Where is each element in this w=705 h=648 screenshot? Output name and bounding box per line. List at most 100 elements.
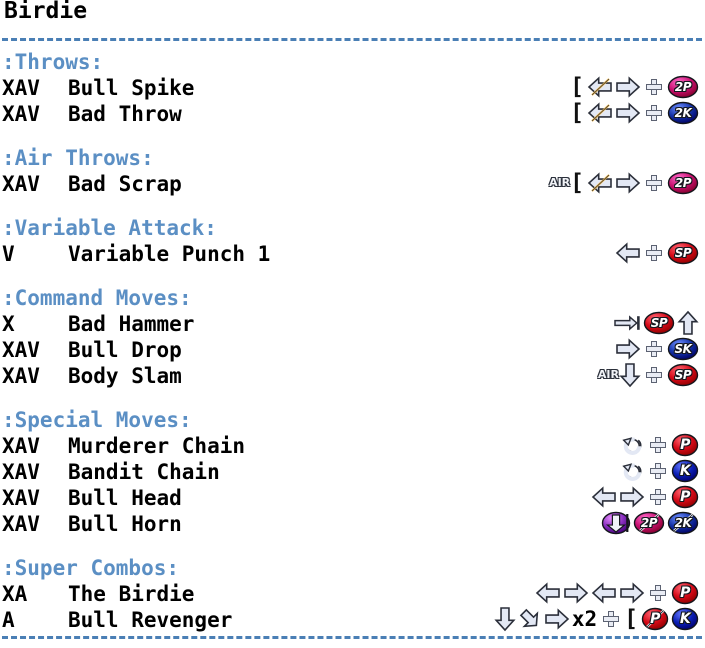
- bracket-icon: [: [570, 100, 584, 126]
- move-tags: X: [2, 312, 15, 336]
- button-p-icon: P: [671, 432, 699, 458]
- move-inputs: P: [591, 483, 699, 511]
- button-sp-icon: SP: [667, 240, 699, 266]
- plus-icon: [646, 105, 662, 121]
- move-inputs: K: [619, 457, 699, 485]
- move-name: Body Slam: [68, 364, 182, 388]
- left-arrow-or-right: [587, 76, 613, 98]
- plus-icon: [646, 367, 662, 383]
- right-arrow: [544, 608, 570, 630]
- move-row: XAV Murderer Chain P: [0, 431, 705, 460]
- move-name: Bull Head: [68, 486, 182, 510]
- move-tags: XAV: [2, 486, 40, 510]
- down-arrow: [619, 362, 641, 388]
- move-row: XAV Bad Throw [2K: [0, 102, 705, 128]
- button-sp-icon: SP: [667, 362, 699, 388]
- button-2p-icon: 2P: [667, 74, 699, 100]
- plus-icon: [646, 79, 662, 95]
- right-arrow: [615, 102, 641, 124]
- plus-icon: [646, 175, 662, 191]
- down-right-arrow: [518, 607, 542, 631]
- left-arrow: [591, 582, 617, 604]
- button-sk-icon: SK: [667, 336, 699, 362]
- move-row: XAV Body Slam AIR SP: [0, 362, 705, 390]
- button-2k-icon: 2K: [667, 100, 699, 126]
- button-k-icon: K: [671, 606, 699, 632]
- left-arrow: [591, 486, 617, 508]
- divider-top: [2, 38, 702, 44]
- move-inputs: SK: [615, 335, 699, 363]
- down-arrow: [494, 606, 516, 632]
- move-name: Variable Punch 1: [68, 242, 271, 266]
- move-row: XAV Bull Horn 2P 2K: [0, 509, 705, 538]
- move-name: Bad Scrap: [68, 172, 182, 196]
- move-name: Bandit Chain: [68, 460, 220, 484]
- move-name: Bad Hammer: [68, 312, 195, 336]
- bracket-icon: [: [570, 74, 584, 100]
- move-name: Bull Drop: [68, 338, 182, 362]
- button-2p-icon: 2P: [633, 510, 665, 536]
- page-title: Birdie: [4, 0, 88, 24]
- button-p-icon: P: [671, 580, 699, 606]
- move-name: Murderer Chain: [68, 434, 246, 458]
- charge-down-button: [601, 510, 631, 536]
- move-inputs: P: [619, 431, 699, 459]
- right-arrow: [615, 172, 641, 194]
- move-tags: XAV: [2, 76, 40, 100]
- plus-icon: [650, 489, 666, 505]
- move-tags: XAV: [2, 102, 40, 126]
- right-arrow: [563, 582, 589, 604]
- move-tags: XAV: [2, 364, 40, 388]
- left-arrow-or-right: [587, 172, 613, 194]
- move-tags: XAV: [2, 172, 40, 196]
- move-tags: XA: [2, 582, 28, 606]
- right-arrow: [619, 486, 645, 508]
- move-inputs: SP: [615, 239, 699, 267]
- move-inputs: [2P: [570, 73, 699, 101]
- move-row: XAV Bull Head P: [0, 483, 705, 512]
- move-row: V Variable Punch 1 SP: [0, 239, 705, 268]
- section-heading: :Super Combos:: [2, 556, 180, 580]
- right-arrow: [619, 582, 645, 604]
- section-heading: :Variable Attack:: [2, 216, 217, 240]
- move-name: The Birdie: [68, 582, 195, 606]
- move-inputs: [2K: [570, 99, 699, 127]
- move-row: XAV Bad Scrap AIR[2P: [0, 172, 705, 198]
- left-arrow: [615, 242, 641, 264]
- plus-icon: [650, 437, 666, 453]
- plus-icon: [650, 585, 666, 601]
- move-name: Bad Throw: [68, 102, 182, 126]
- plus-icon: [646, 245, 662, 261]
- up-arrow: [677, 310, 699, 336]
- section-heading: :Command Moves:: [2, 286, 192, 310]
- move-row: A Bull Revenger x2 [P K: [0, 605, 705, 634]
- section-heading: :Throws:: [2, 50, 104, 74]
- bracket-icon: [: [624, 606, 638, 632]
- button-2k-icon: 2K: [667, 510, 699, 536]
- move-tags: XAV: [2, 338, 40, 362]
- move-tags: V: [2, 242, 15, 266]
- move-list-page: Birdie :Throws: XAV Bull Spike[2P XAV Bad Th…: [0, 0, 705, 648]
- rotation-360-arrow: [619, 433, 645, 457]
- rotation-360-arrow: [619, 459, 645, 483]
- left-arrow: [535, 582, 561, 604]
- move-row: X Bad Hammer SP: [0, 310, 705, 338]
- button-2p-icon: 2P: [667, 170, 699, 196]
- move-inputs: AIR[2P: [549, 169, 699, 197]
- air-tag: AIR: [597, 368, 619, 381]
- button-sp-icon: SP: [643, 310, 675, 336]
- button-k-icon: K: [671, 458, 699, 484]
- move-inputs: x2 [P K: [494, 605, 699, 633]
- button-p-icon: P: [641, 606, 669, 632]
- move-name: Bull Horn: [68, 512, 182, 536]
- plus-icon: [650, 463, 666, 479]
- move-inputs: 2P 2K: [601, 509, 699, 537]
- divider-bottom: [2, 636, 702, 642]
- move-tags: XAV: [2, 512, 40, 536]
- move-name: Bull Revenger: [68, 608, 233, 632]
- move-tags: XAV: [2, 460, 40, 484]
- button-p-icon: P: [671, 484, 699, 510]
- air-tag: AIR: [549, 176, 571, 189]
- section-heading: :Special Moves:: [2, 408, 192, 432]
- repeat-label: x2: [571, 607, 598, 631]
